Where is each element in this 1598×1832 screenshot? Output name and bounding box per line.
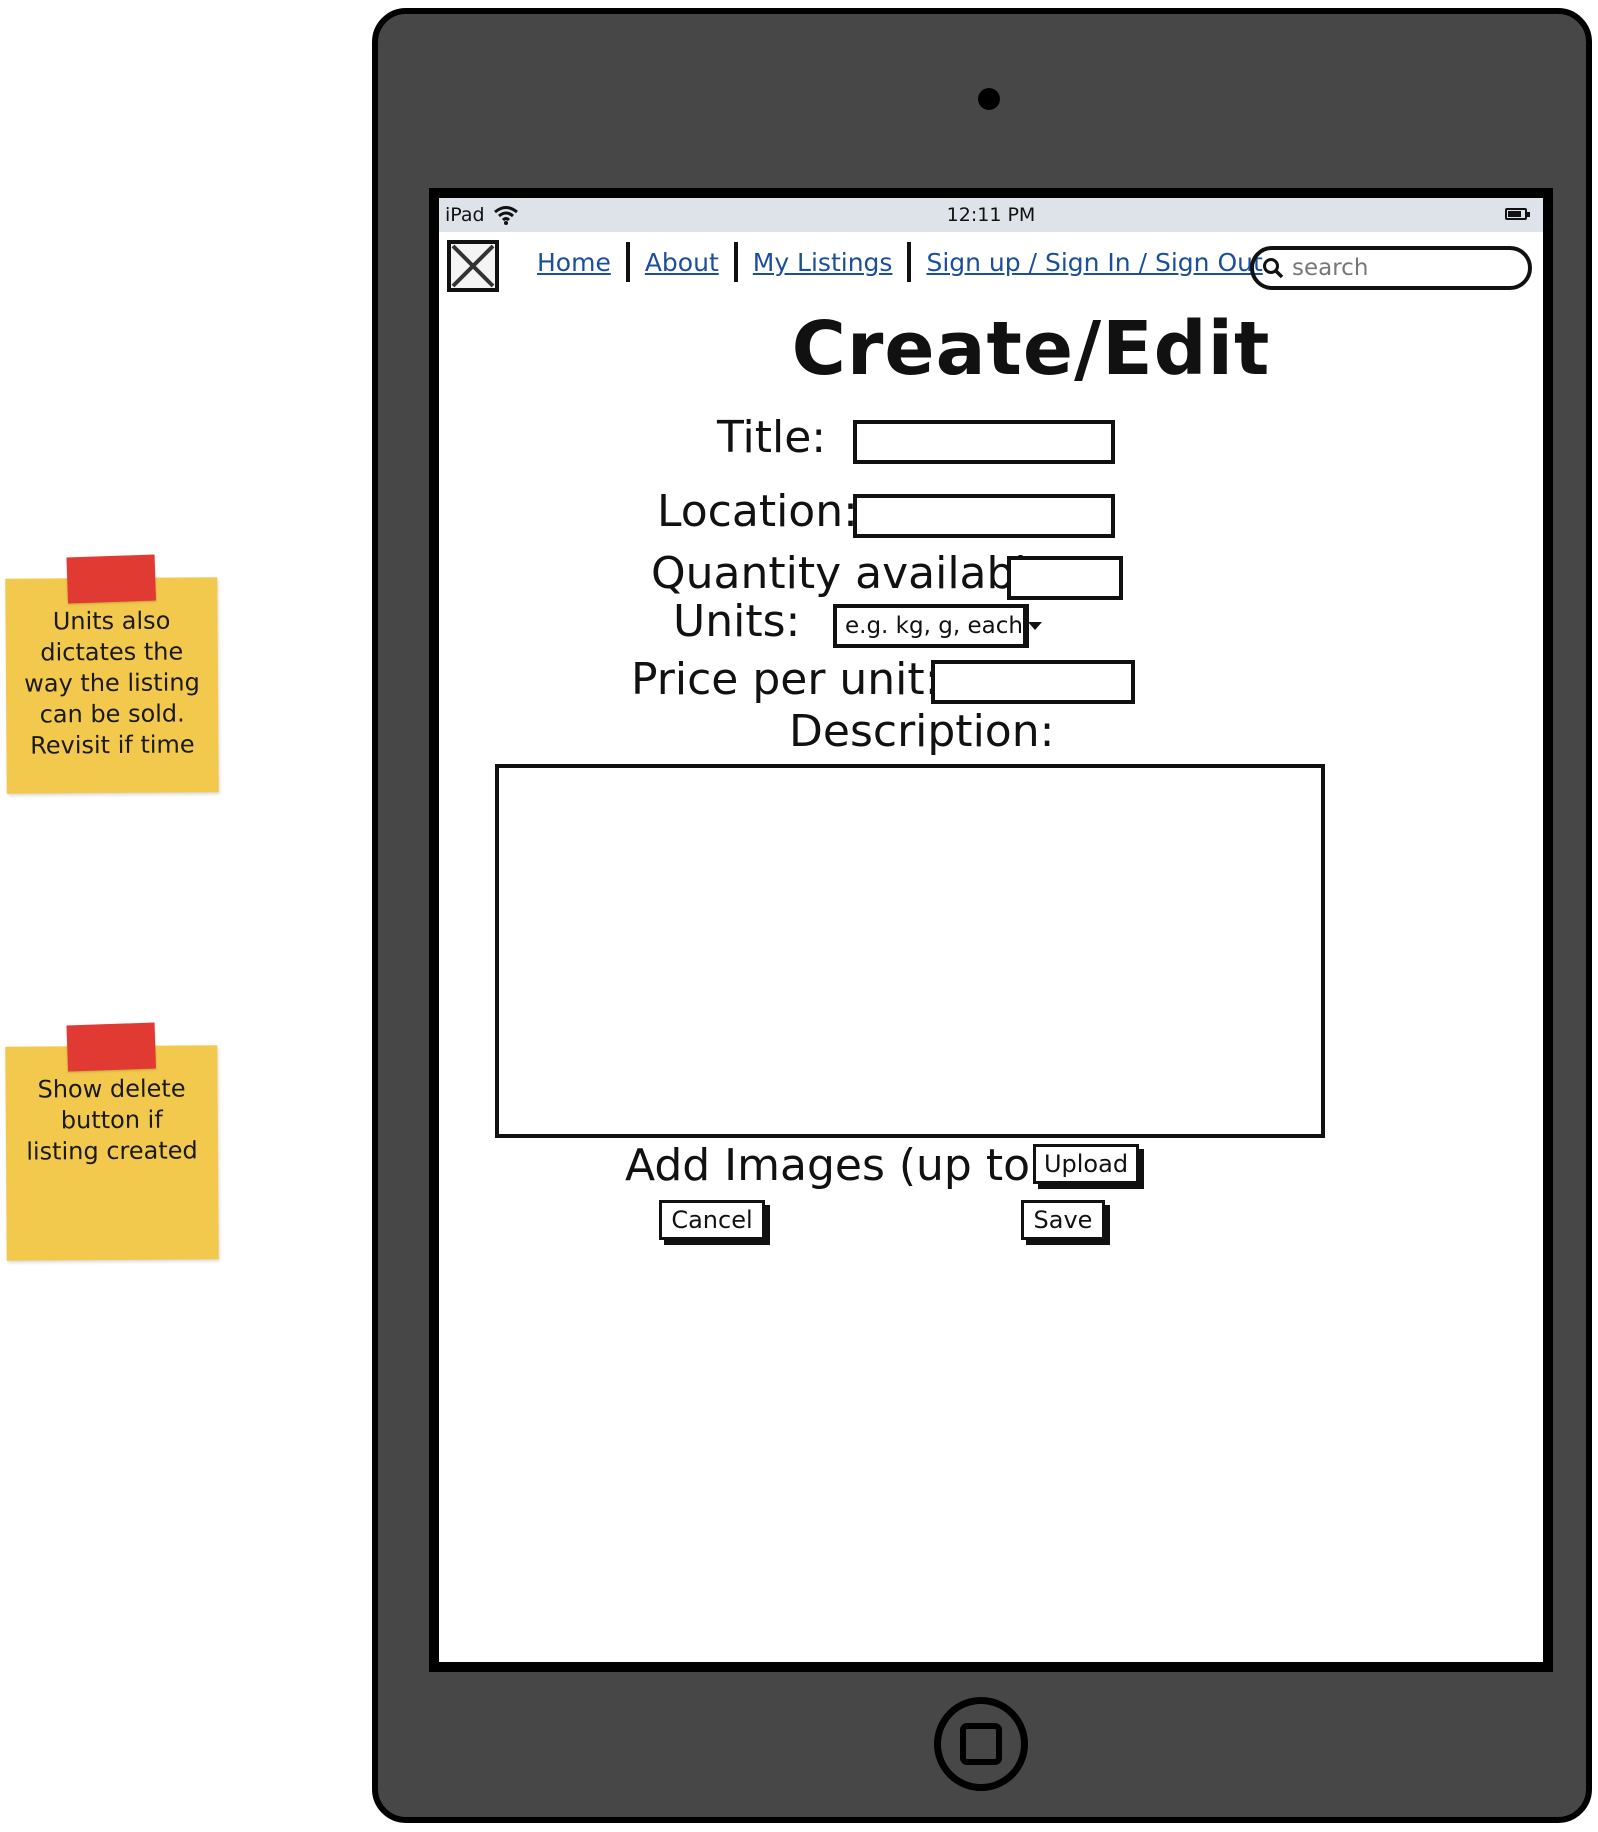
units-label: Units: bbox=[673, 596, 801, 647]
upload-button[interactable]: Upload bbox=[1033, 1144, 1139, 1184]
location-input[interactable] bbox=[853, 494, 1115, 538]
price-label: Price per unit: $ bbox=[631, 654, 982, 705]
tape-decoration bbox=[66, 554, 156, 604]
ipad-device-frame: iPad 12:11 PM Home About My Listings Sig… bbox=[372, 8, 1592, 1823]
nav-separator bbox=[625, 242, 630, 282]
price-input[interactable] bbox=[931, 660, 1135, 704]
units-select-value: e.g. kg, g, each bbox=[845, 613, 1023, 639]
sticky-note-delete: Show delete button if listing created bbox=[5, 1022, 219, 1261]
status-time: 12:11 PM bbox=[946, 204, 1036, 226]
nav-bar: Home About My Listings Sign up / Sign In… bbox=[537, 240, 1263, 284]
home-button-icon[interactable] bbox=[934, 1697, 1028, 1791]
add-images-label: Add Images (up to 5) bbox=[625, 1140, 1090, 1191]
search-icon bbox=[1263, 258, 1284, 279]
sticky-note-text: Show delete button if listing created bbox=[26, 1074, 198, 1166]
sticky-note-units: Units also dictates the way the listing … bbox=[5, 554, 219, 794]
quantity-input[interactable] bbox=[1007, 556, 1123, 600]
search-input[interactable] bbox=[1290, 254, 1514, 282]
nav-separator bbox=[733, 242, 738, 282]
camera-icon bbox=[978, 88, 1000, 110]
logo-placeholder-icon[interactable] bbox=[447, 240, 499, 292]
close-x-icon bbox=[451, 244, 495, 288]
battery-icon bbox=[1505, 208, 1530, 220]
description-textarea[interactable] bbox=[495, 764, 1325, 1138]
title-input[interactable] bbox=[853, 420, 1115, 464]
chevron-down-icon[interactable] bbox=[1022, 608, 1043, 644]
description-label: Description: bbox=[789, 706, 1055, 757]
page-title: Create/Edit bbox=[791, 306, 1271, 392]
nav-link-sign-in[interactable]: Sign up / Sign In / Sign Out bbox=[926, 248, 1262, 277]
dropdown-arrow-icon bbox=[1027, 622, 1042, 630]
nav-link-home[interactable]: Home bbox=[537, 248, 611, 277]
nav-link-my-listings[interactable]: My Listings bbox=[753, 248, 893, 277]
units-select[interactable]: e.g. kg, g, each bbox=[833, 604, 1042, 648]
cancel-button[interactable]: Cancel bbox=[659, 1200, 765, 1240]
nav-link-about[interactable]: About bbox=[645, 248, 719, 277]
nav-separator bbox=[907, 242, 912, 282]
title-label: Title: bbox=[717, 412, 827, 463]
tape-decoration bbox=[66, 1022, 156, 1072]
search-box[interactable] bbox=[1250, 246, 1532, 290]
sticky-note-text: Units also dictates the way the listing … bbox=[24, 606, 200, 760]
quantity-label: Quantity available: bbox=[651, 548, 1069, 599]
home-button-square bbox=[960, 1723, 1002, 1765]
status-bar: iPad 12:11 PM bbox=[439, 198, 1543, 232]
save-button[interactable]: Save bbox=[1021, 1200, 1105, 1240]
ipad-screen: iPad 12:11 PM Home About My Listings Sig… bbox=[429, 188, 1553, 1672]
location-label: Location: bbox=[657, 486, 858, 537]
